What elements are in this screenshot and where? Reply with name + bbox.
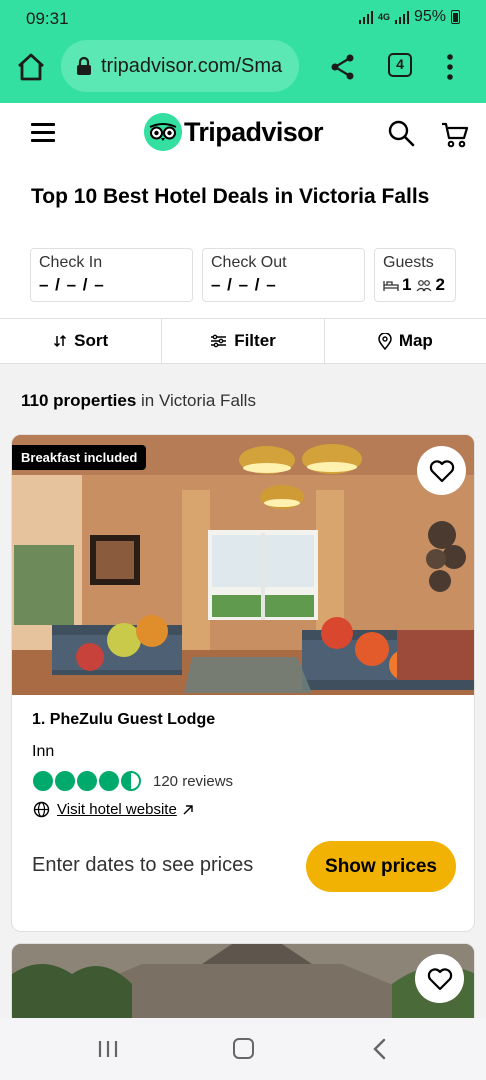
system-navigation-bar bbox=[0, 1018, 486, 1080]
network-type: 4G bbox=[377, 11, 390, 22]
map-pin-icon bbox=[378, 332, 392, 350]
guests-label: Guests bbox=[383, 254, 434, 271]
rating-bubble-full bbox=[99, 771, 119, 791]
guests-value: 1 2 bbox=[383, 275, 447, 295]
recent-apps-icon[interactable] bbox=[98, 1040, 118, 1058]
rating-bubble-half bbox=[121, 771, 141, 791]
page-title: Top 10 Best Hotel Deals in Victoria Fall… bbox=[31, 185, 430, 208]
browser-chrome: 09:31 4G 95% tripadvisor.com/Sma 4 bbox=[0, 0, 486, 103]
map-button[interactable]: Map bbox=[325, 319, 486, 363]
check-out-value: – / – / – bbox=[211, 275, 277, 294]
search-panel: Top 10 Best Hotel Deals in Victoria Fall… bbox=[0, 163, 486, 364]
hamburger-menu-icon[interactable] bbox=[31, 123, 55, 143]
home-nav-icon[interactable] bbox=[233, 1038, 254, 1059]
site-header: Tripadvisor bbox=[0, 103, 486, 163]
globe-icon bbox=[33, 801, 50, 818]
url-text: tripadvisor.com/Sma bbox=[101, 54, 283, 77]
hotel-website-link[interactable]: Visit hotel website bbox=[33, 801, 194, 818]
sort-icon bbox=[54, 334, 67, 348]
check-out-label: Check Out bbox=[211, 254, 287, 271]
sort-button[interactable]: Sort bbox=[0, 319, 163, 363]
rating-bubble-full bbox=[33, 771, 53, 791]
price-prompt: Enter dates to see prices bbox=[32, 854, 254, 876]
signal-icon bbox=[358, 10, 373, 24]
lounge-photo-image bbox=[12, 435, 474, 695]
save-button-2[interactable] bbox=[415, 954, 464, 1003]
check-out-field[interactable]: Check Out – / – / – bbox=[202, 248, 365, 302]
people-icon bbox=[417, 279, 432, 291]
search-icon[interactable] bbox=[387, 119, 415, 147]
rating-bubble-full bbox=[55, 771, 75, 791]
status-time: 09:31 bbox=[26, 9, 69, 28]
external-link-icon bbox=[183, 804, 193, 814]
back-icon[interactable] bbox=[370, 1038, 390, 1060]
results-count: 110 properties in Victoria Falls bbox=[21, 391, 256, 411]
rooms-count: 1 bbox=[402, 275, 412, 294]
filter-label: Filter bbox=[234, 331, 276, 350]
breakfast-badge: Breakfast included bbox=[12, 445, 147, 470]
browser-toolbar: tripadvisor.com/Sma 4 bbox=[0, 36, 486, 96]
website-link-text: Visit hotel website bbox=[57, 801, 177, 818]
review-count[interactable]: 120 reviews bbox=[153, 773, 233, 790]
action-bar: Sort Filter Map bbox=[0, 318, 486, 364]
hotel-photo[interactable]: Breakfast included bbox=[12, 435, 474, 695]
hotel-card[interactable]: Breakfast included 1. PheZulu Guest Lodg… bbox=[11, 434, 475, 932]
battery-icon bbox=[451, 10, 460, 24]
more-menu-icon[interactable] bbox=[440, 52, 460, 82]
filter-icon bbox=[211, 334, 227, 348]
rating-bubbles: 120 reviews bbox=[33, 771, 233, 791]
home-icon[interactable] bbox=[14, 50, 48, 84]
address-bar[interactable]: tripadvisor.com/Sma bbox=[61, 40, 299, 92]
tripadvisor-logo[interactable]: Tripadvisor bbox=[144, 113, 324, 151]
people-count: 2 bbox=[435, 275, 445, 294]
hotel-name[interactable]: 1. PheZulu Guest Lodge bbox=[32, 711, 215, 729]
tab-switcher-button[interactable]: 4 bbox=[388, 53, 412, 77]
status-bar: 09:31 4G 95% bbox=[0, 0, 486, 34]
check-in-value: – / – / – bbox=[39, 275, 105, 294]
filter-button[interactable]: Filter bbox=[162, 319, 325, 363]
map-label: Map bbox=[398, 331, 433, 350]
sort-label: Sort bbox=[74, 331, 109, 350]
rating-bubble-full bbox=[77, 771, 97, 791]
check-in-label: Check In bbox=[39, 254, 103, 271]
hotel-type: Inn bbox=[32, 743, 55, 760]
bed-icon bbox=[383, 280, 399, 291]
battery-percent: 95% bbox=[413, 8, 446, 25]
results-number: 110 properties bbox=[21, 391, 137, 410]
results-location: in Victoria Falls bbox=[136, 391, 256, 410]
lock-icon bbox=[77, 56, 91, 75]
share-icon[interactable] bbox=[328, 52, 358, 82]
cart-icon[interactable] bbox=[440, 119, 470, 149]
heart-icon bbox=[427, 967, 452, 990]
guests-field[interactable]: Guests 1 2 bbox=[374, 248, 456, 302]
check-in-field[interactable]: Check In – / – / – bbox=[30, 248, 193, 302]
heart-icon bbox=[429, 459, 454, 482]
status-icons: 4G 95% bbox=[358, 8, 460, 26]
signal-icon-2 bbox=[394, 10, 409, 24]
owl-logo-icon bbox=[144, 113, 182, 151]
brand-name: Tripadvisor bbox=[184, 116, 324, 147]
save-button[interactable] bbox=[417, 446, 466, 495]
show-prices-button[interactable]: Show prices bbox=[306, 841, 456, 892]
